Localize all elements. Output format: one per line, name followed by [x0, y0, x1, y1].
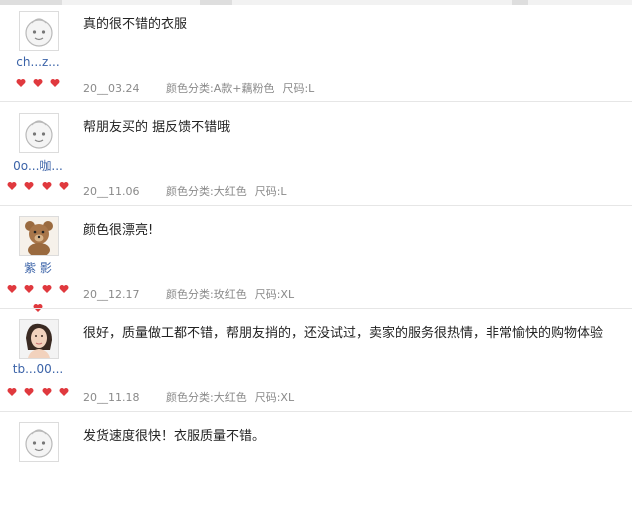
- heart-icon: [33, 79, 43, 87]
- reviewer-rank: [0, 279, 76, 312]
- reviewer-rank: [0, 176, 76, 190]
- review-item: 0o...咖... 帮朋友买的 据反馈不错哦 20__11.06 颜色分类:大红色…: [0, 103, 632, 206]
- review-item: tb...00... 很好，质量做工都不错，帮朋友捎的，还没试过，卖家的服务很热…: [0, 309, 632, 412]
- sku-size: 尺码:L: [254, 185, 287, 198]
- heart-icon: [59, 388, 69, 396]
- review-date: 20__11.18: [83, 391, 140, 404]
- heart-icon: [7, 182, 17, 190]
- heart-icon: [59, 285, 69, 293]
- review-date: 20__12.17: [83, 288, 140, 301]
- reviewer-info: [0, 412, 76, 512]
- reviewer-name[interactable]: 紫 影: [0, 259, 76, 276]
- heart-icon: [7, 285, 17, 293]
- sku-color: 颜色分类:A款+藕粉色: [166, 82, 275, 95]
- sku-color: 颜色分类:大红色: [166, 185, 247, 198]
- woman-photo-icon[interactable]: [19, 319, 59, 359]
- reviewer-rank: [0, 382, 76, 396]
- sku-color: 颜色分类:玫红色: [166, 288, 247, 301]
- sku-color: 颜色分类:大红色: [166, 391, 247, 404]
- sku-size: 尺码:L: [282, 82, 315, 95]
- review-item: 紫 影 颜色很漂亮! 20__12.17 颜色分类:玫红色 尺码:XL: [0, 206, 632, 312]
- heart-icon: [16, 79, 26, 87]
- review-item: ch...z... 真的很不错的衣服 20__03.24 颜色分类:A款+藕粉色尺…: [0, 0, 632, 103]
- review-text: 发货速度很快！衣服质量不错。: [83, 429, 266, 444]
- heart-icon: [42, 388, 52, 396]
- heart-icon: [24, 182, 34, 190]
- reviewer-info: 0o...咖...: [0, 103, 76, 203]
- review-date: 20__03.24: [83, 82, 140, 95]
- reviewer-info: 紫 影: [0, 206, 76, 312]
- divider: [0, 101, 632, 102]
- review-text: 帮朋友买的 据反馈不错哦: [83, 120, 231, 135]
- reviewer-name[interactable]: 0o...咖...: [0, 157, 76, 174]
- review-date: 20__11.06: [83, 185, 140, 198]
- review-text: 真的很不错的衣服: [83, 17, 188, 32]
- heart-icon: [42, 285, 52, 293]
- review-meta: 20__11.18 颜色分类:大红色 尺码:XL: [83, 389, 294, 405]
- review-text: 颜色很漂亮!: [83, 223, 154, 238]
- review-meta: 20__12.17 颜色分类:玫红色 尺码:XL: [83, 286, 294, 302]
- teddy-bear-icon[interactable]: [19, 216, 59, 256]
- review-item: 发货速度很快！衣服质量不错。: [0, 412, 632, 471]
- review-meta: 20__03.24 颜色分类:A款+藕粉色 尺码:L: [83, 80, 314, 96]
- heart-icon: [7, 388, 17, 396]
- cartoon-face-icon[interactable]: [19, 422, 59, 462]
- review-list: ch...z... 真的很不错的衣服 20__03.24 颜色分类:A款+藕粉色尺…: [0, 0, 632, 471]
- cartoon-face-icon[interactable]: [19, 11, 59, 51]
- heart-icon: [42, 182, 52, 190]
- heart-icon: [50, 79, 60, 87]
- reviewer-info: tb...00...: [0, 309, 76, 409]
- reviewer-info: ch...z...: [0, 0, 76, 100]
- reviewer-name[interactable]: tb...00...: [0, 362, 76, 376]
- sku-size: 尺码:XL: [254, 288, 295, 301]
- reviewer-name[interactable]: ch...z...: [0, 55, 76, 69]
- review-meta: 20__11.06 颜色分类:大红色 尺码:L: [83, 183, 287, 199]
- heart-icon: [24, 388, 34, 396]
- review-text: 很好，质量做工都不错，帮朋友捎的，还没试过，卖家的服务很热情，非常愉快的购物体验: [83, 326, 604, 341]
- heart-icon: [59, 182, 69, 190]
- reviewer-rank: [0, 73, 76, 87]
- cartoon-face-icon[interactable]: [19, 113, 59, 153]
- sku-size: 尺码:XL: [254, 391, 295, 404]
- heart-icon: [24, 285, 34, 293]
